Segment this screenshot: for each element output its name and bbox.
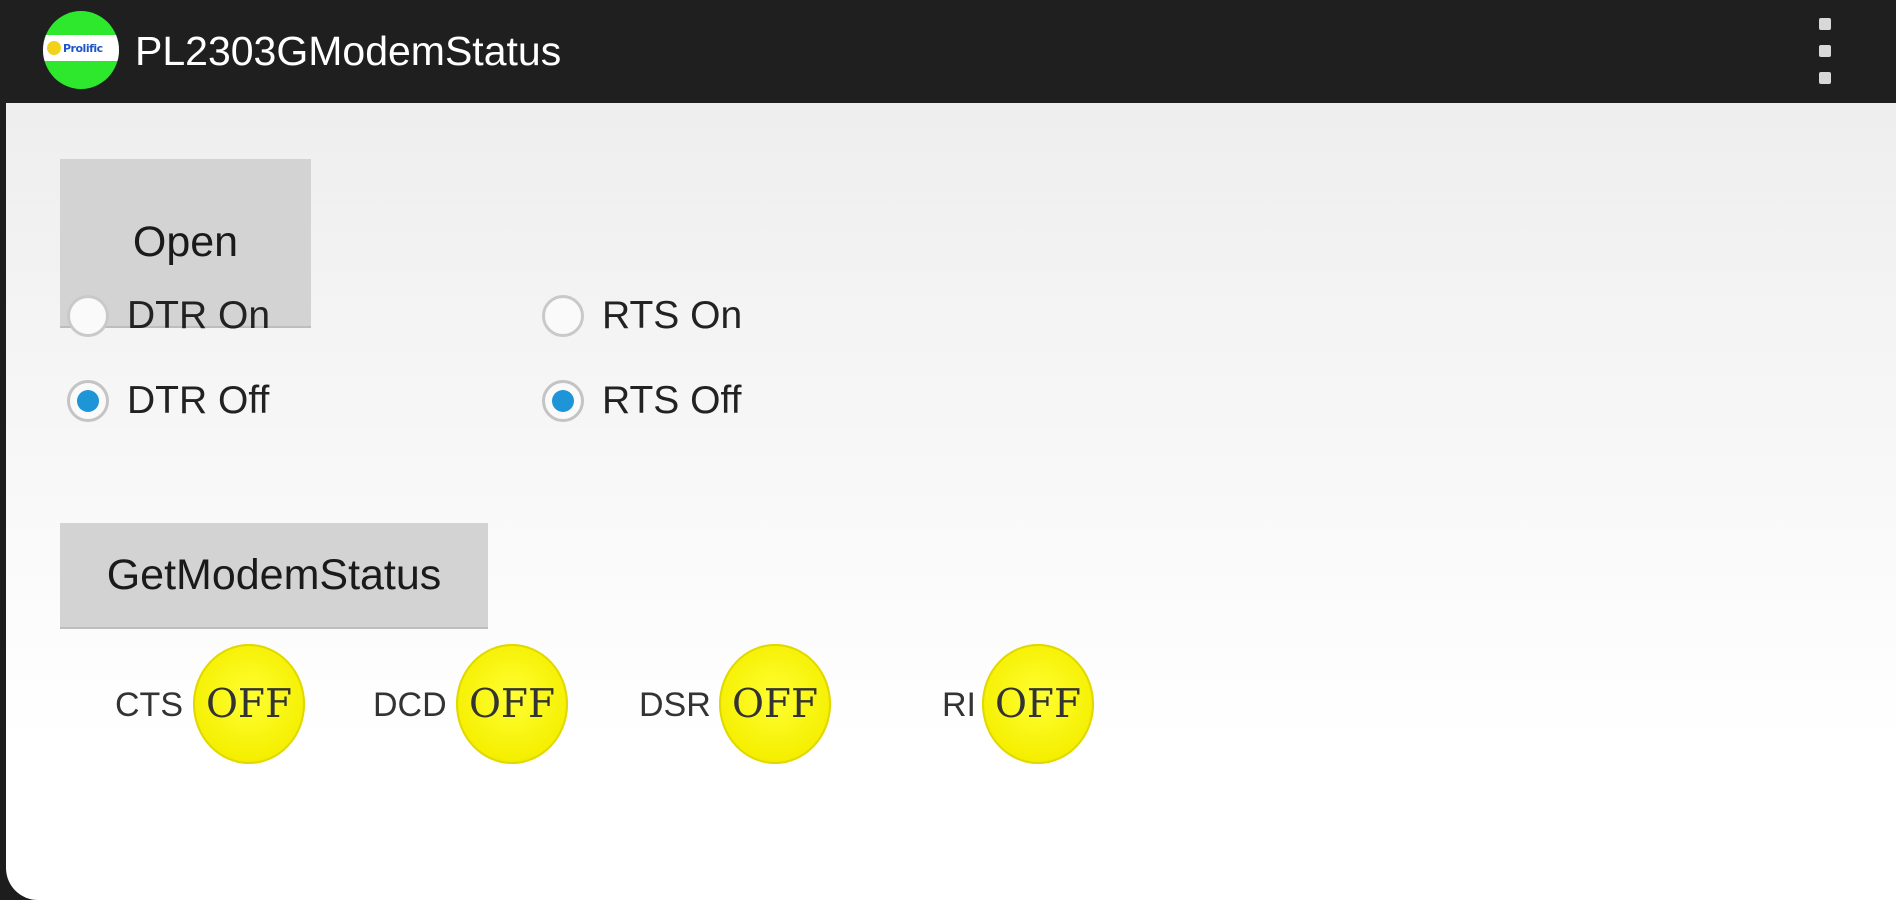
dcd-label: DCD bbox=[373, 686, 447, 724]
rts-off-label: RTS Off bbox=[602, 379, 742, 422]
dtr-off-label: DTR Off bbox=[127, 379, 270, 422]
app-logo-icon: Prolific bbox=[43, 11, 119, 89]
dtr-off-radio[interactable]: DTR Off bbox=[67, 379, 269, 423]
rts-on-label: RTS On bbox=[602, 294, 743, 337]
rts-on-radio[interactable]: RTS On bbox=[542, 294, 742, 338]
radio-checked-icon bbox=[67, 380, 109, 422]
dsr-label: DSR bbox=[639, 686, 711, 724]
overflow-menu-icon[interactable] bbox=[1810, 18, 1840, 84]
app-title: PL2303GModemStatus bbox=[135, 28, 562, 74]
dtr-on-radio[interactable]: DTR On bbox=[67, 294, 270, 338]
radio-checked-icon bbox=[542, 380, 584, 422]
cts-label: CTS bbox=[115, 686, 183, 724]
dtr-on-label: DTR On bbox=[127, 294, 271, 337]
radio-unchecked-icon bbox=[67, 295, 109, 337]
rts-off-radio[interactable]: RTS Off bbox=[542, 379, 741, 423]
get-modem-status-button[interactable]: GetModemStatus bbox=[60, 523, 488, 627]
ri-label: RI bbox=[942, 686, 976, 724]
main-content: Open DTR On DTR Off RTS On RTS Off GetMo… bbox=[6, 103, 1896, 900]
cts-indicator: OFF bbox=[193, 644, 305, 764]
action-bar: Prolific PL2303GModemStatus bbox=[0, 0, 1896, 103]
dsr-indicator: OFF bbox=[719, 644, 831, 764]
radio-unchecked-icon bbox=[542, 295, 584, 337]
app-logo-text: Prolific bbox=[63, 42, 103, 55]
dcd-indicator: OFF bbox=[456, 644, 568, 764]
ri-indicator: OFF bbox=[982, 644, 1094, 764]
